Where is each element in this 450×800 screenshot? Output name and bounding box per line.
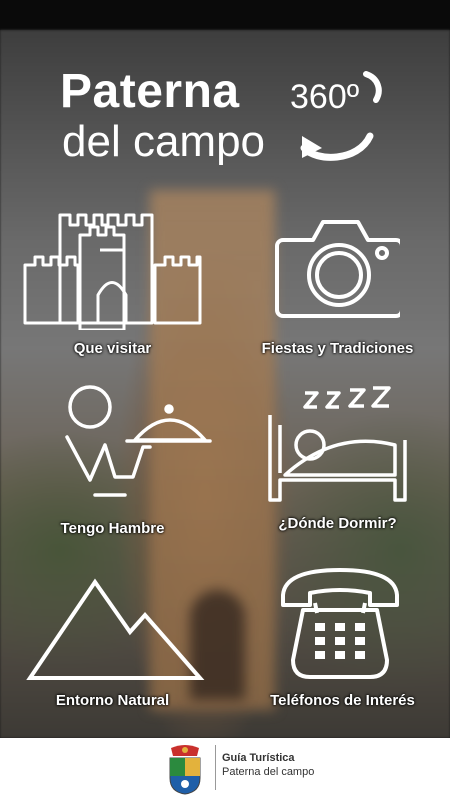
logo-360-badge: 360º bbox=[290, 78, 360, 116]
menu-label: Teléfonos de Interés bbox=[270, 692, 415, 709]
castle-icon bbox=[23, 213, 202, 330]
logo-title-line2: del campo bbox=[62, 117, 266, 166]
menu-tile-donde-dormir[interactable]: ¿Dónde Dormir? bbox=[240, 385, 435, 545]
menu-tile-tengo-hambre[interactable]: Tengo Hambre bbox=[15, 385, 212, 545]
waiter-icon bbox=[65, 385, 212, 497]
mountain-icon bbox=[26, 578, 205, 680]
menu-label: Entorno Natural bbox=[55, 692, 170, 709]
footer-subtitle: Paterna del campo bbox=[222, 766, 315, 778]
status-bar bbox=[0, 0, 450, 30]
menu-label: Que visitar bbox=[73, 340, 152, 357]
footer-divider bbox=[215, 745, 216, 790]
menu-tile-que-visitar[interactable]: Que visitar bbox=[15, 210, 210, 370]
bed-icon bbox=[268, 386, 407, 502]
app-screen: Paterna del campo 360º Que visitar Fiest… bbox=[0, 0, 450, 800]
menu-tile-entorno-natural[interactable]: Entorno Natural bbox=[15, 565, 210, 715]
camera-icon bbox=[275, 220, 400, 318]
menu-label: ¿Dónde Dormir? bbox=[278, 515, 397, 532]
menu-label: Fiestas y Tradiciones bbox=[261, 340, 414, 357]
menu-label: Tengo Hambre bbox=[60, 520, 165, 537]
logo-title-line1: Paterna bbox=[60, 65, 240, 118]
footer-title: Guía Turística bbox=[222, 752, 295, 764]
telephone-icon bbox=[281, 568, 399, 679]
menu-tile-telefonos[interactable]: Teléfonos de Interés bbox=[240, 565, 445, 715]
coat-of-arms-icon bbox=[169, 745, 201, 795]
menu-tile-fiestas[interactable]: Fiestas y Tradiciones bbox=[240, 215, 435, 370]
